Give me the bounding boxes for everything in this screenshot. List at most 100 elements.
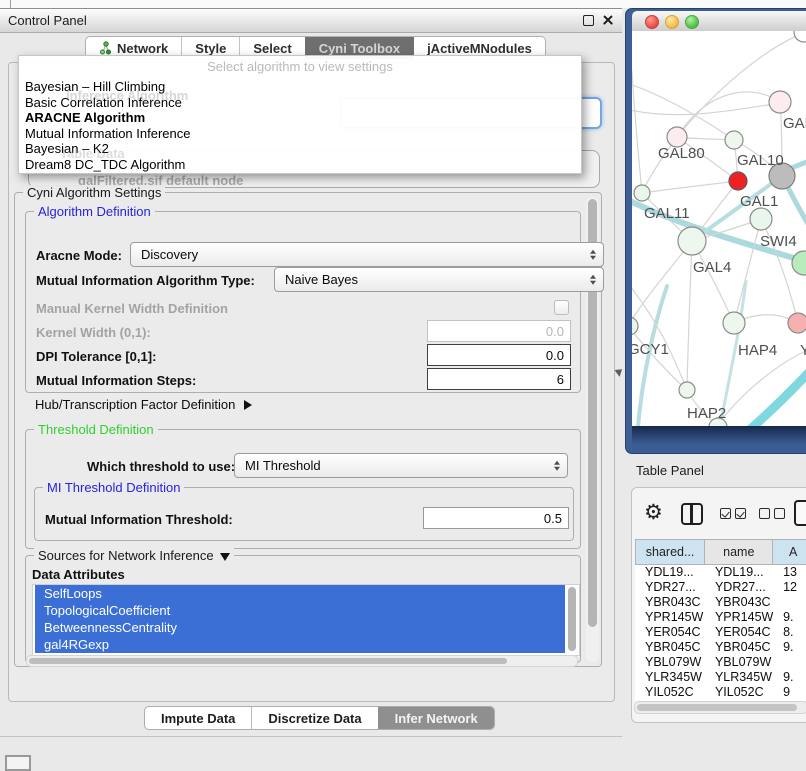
aracne-mode-label: Aracne Mode:	[36, 248, 122, 263]
close-button[interactable]	[645, 15, 659, 29]
tab-label: Network	[117, 41, 168, 56]
table-hscrollbar[interactable]	[634, 701, 806, 714]
algorithm-definition-group: Algorithm Definition Aracne Mode: Discov…	[25, 211, 581, 393]
table-row[interactable]: YDR27...YDR27...12	[635, 580, 806, 595]
mi-threshold-field[interactable]: 0.5	[423, 507, 569, 529]
table-row[interactable]: YBL079WYBL079W	[635, 655, 806, 670]
dropdown-item-mutual-information-inference[interactable]: Mutual Information Inference	[23, 126, 577, 142]
network-canvas[interactable]: GALGAL80GAL10GAL1GAL11SWI4GAL4GCY1HAP4YH…	[632, 31, 806, 426]
table-row[interactable]: YLR345WYLR345W9.	[635, 670, 806, 685]
network-node[interactable]	[729, 172, 747, 190]
mi-steps-field[interactable]: 6	[427, 368, 571, 390]
network-node[interactable]	[792, 251, 806, 275]
attribute-item-topologicalcoefficient[interactable]: TopologicalCoefficient	[35, 602, 565, 619]
network-node[interactable]	[667, 127, 687, 147]
table-cell: YBL079W	[635, 655, 705, 670]
network-edge	[687, 241, 692, 390]
attribute-item-gal4rgexp[interactable]: gal4RGexp	[35, 636, 565, 653]
network-node[interactable]	[678, 227, 706, 255]
which-threshold-select[interactable]: MI Threshold	[234, 453, 568, 478]
function-icon[interactable]	[794, 500, 806, 526]
network-node[interactable]	[634, 185, 650, 201]
data-attributes-list[interactable]: SelfLoopsTopologicalCoefficientBetweenne…	[32, 584, 580, 656]
column-header-name[interactable]: name	[705, 539, 773, 565]
network-edge	[734, 219, 761, 323]
table-panel: ⚙ shared...nameA YDL19...YDL19...13YDR27…	[631, 487, 806, 723]
bottom-tabbar: Impute DataDiscretize DataInfer Network	[144, 706, 495, 730]
table-cell: YLR345W	[705, 670, 773, 685]
mi-threshold-group: MI Threshold Definition Mutual Informati…	[34, 487, 574, 541]
attribute-item-betweennesscentrality[interactable]: BetweennessCentrality	[35, 619, 565, 636]
manual-kernel-checkbox[interactable]	[554, 300, 569, 315]
column-header-a[interactable]: A	[773, 539, 806, 565]
table-cell: YDR27...	[705, 580, 773, 595]
bottom-tab-impute-data[interactable]: Impute Data	[145, 707, 251, 729]
network-node-label: GAL	[783, 115, 806, 132]
network-node-label: GAL1	[740, 193, 778, 210]
column-header-shared[interactable]: shared...	[635, 539, 705, 565]
deselect-all-checkbox-icon[interactable]	[759, 508, 785, 519]
ghost-label-inference-algorithm: Inference Algorithm	[66, 88, 188, 103]
table-cell: 8.	[773, 625, 806, 640]
select-all-checkbox-icon[interactable]	[720, 508, 746, 519]
collapse-down-icon[interactable]	[220, 553, 230, 561]
network-window-titlebar[interactable]	[632, 11, 806, 32]
table-row[interactable]: YBR043CYBR043C	[635, 595, 806, 610]
table-row[interactable]: YPR145WYPR145W9.	[635, 610, 806, 625]
attribute-item-selfloops[interactable]: SelfLoops	[35, 585, 565, 602]
expand-right-icon	[244, 400, 252, 410]
table-cell: 13	[773, 565, 806, 580]
dropdown-item-aracne-algorithm[interactable]: ARACNE Algorithm	[23, 110, 577, 126]
zoom-button[interactable]	[685, 15, 699, 29]
table-cell: YDL19...	[705, 565, 773, 580]
gear-icon[interactable]: ⚙	[644, 498, 663, 526]
network-node[interactable]	[750, 208, 772, 230]
table-toolbar: ⚙	[632, 488, 806, 538]
hub-definition-expander[interactable]: Hub/Transcription Factor Definition	[35, 397, 252, 412]
table-cell: YER054C	[705, 625, 773, 640]
table-row[interactable]: YIL052CYIL052C9	[635, 685, 806, 700]
mi-algorithm-type-select[interactable]: Naive Bayes	[274, 267, 604, 292]
network-node-label: Y	[800, 342, 806, 359]
network-node[interactable]	[679, 382, 695, 398]
table-cell: YPR145W	[705, 610, 773, 625]
attributes-hscrollbar[interactable]	[26, 655, 578, 667]
network-node-label: HAP2	[687, 405, 726, 422]
which-threshold-value: MI Threshold	[245, 458, 321, 473]
network-node[interactable]	[723, 312, 745, 334]
network-node[interactable]	[788, 313, 806, 333]
network-node[interactable]	[632, 317, 638, 335]
network-node[interactable]	[794, 31, 806, 42]
mi-type-label: Mutual Information Algorithm Type:	[36, 273, 255, 288]
collapsed-panel-handle[interactable]	[5, 755, 31, 771]
aracne-mode-select[interactable]: Discovery	[130, 242, 604, 267]
network-window-bottom-frame	[632, 426, 806, 452]
network-node[interactable]	[725, 131, 743, 149]
settings-group-title: Cyni Algorithm Settings	[23, 185, 165, 200]
screen: { "colors": { "selection_blue": "#3c6fd6…	[0, 0, 806, 762]
table-row[interactable]: YDL19...YDL19...13	[635, 565, 806, 580]
bottom-tab-discretize-data[interactable]: Discretize Data	[251, 707, 377, 729]
table-row[interactable]: YBR045CYBR045C9.	[635, 640, 806, 655]
bottom-tab-infer-network[interactable]: Infer Network	[378, 707, 494, 729]
kernel-width-field[interactable]: 0.0	[427, 320, 571, 342]
network-graph[interactable]: GALGAL80GAL10GAL1GAL11SWI4GAL4GCY1HAP4YH…	[632, 31, 806, 426]
minimize-button[interactable]	[665, 15, 679, 29]
network-node[interactable]	[769, 91, 791, 113]
attributes-hscrollbar-thumb[interactable]	[29, 658, 507, 664]
table-row[interactable]: YER054CYER054C8.	[635, 625, 806, 640]
dpi-tolerance-label: DPI Tolerance [0,1]:	[36, 349, 156, 364]
dpi-tolerance-field[interactable]: 0.0	[427, 344, 571, 366]
network-node-label: GAL4	[693, 259, 731, 276]
table-hscrollbar-thumb[interactable]	[637, 704, 797, 711]
attributes-scrollbar-thumb[interactable]	[568, 587, 576, 651]
split-columns-icon[interactable]	[681, 503, 703, 525]
float-window-icon[interactable]	[583, 15, 594, 26]
top-edge-tick	[10, 0, 11, 8]
attributes-scrollbar[interactable]	[567, 586, 578, 654]
table-rows: YDL19...YDL19...13YDR27...YDR27...12YBR0…	[635, 565, 806, 701]
table-cell: YDR27...	[635, 580, 705, 595]
network-edge	[642, 181, 738, 193]
close-icon[interactable]	[602, 14, 614, 26]
network-node-label: GCY1	[632, 341, 669, 358]
